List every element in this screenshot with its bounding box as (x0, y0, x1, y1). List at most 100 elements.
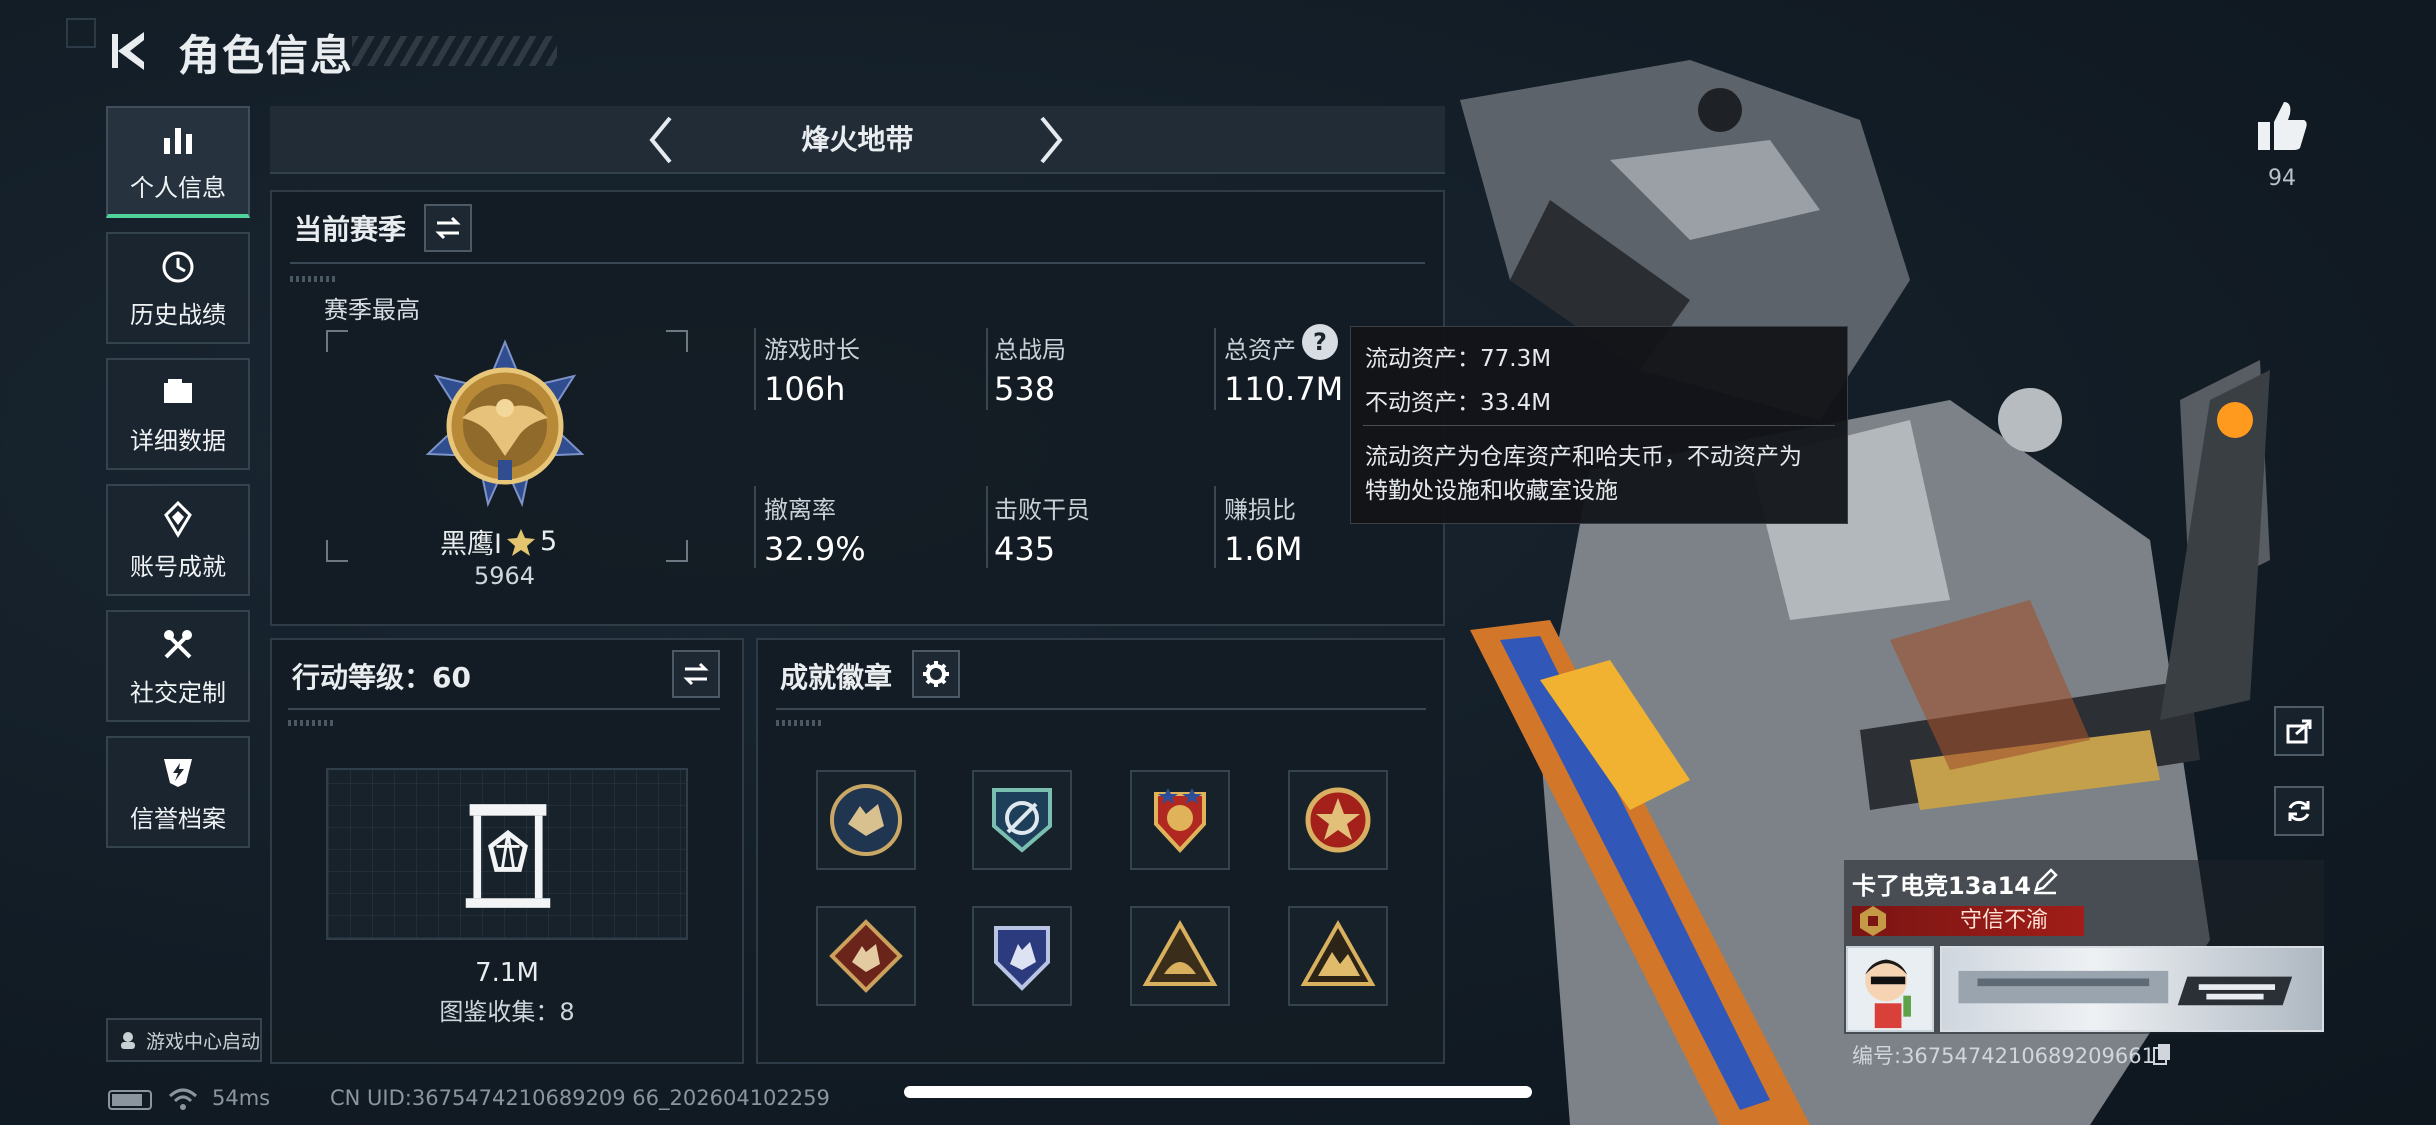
mode-next-button[interactable] (1030, 112, 1070, 168)
stat-value-total-matches: 538 (994, 370, 1056, 408)
refresh-icon (2288, 800, 2310, 822)
season-switch-button[interactable] (424, 204, 472, 252)
pencil-icon (2034, 868, 2058, 895)
share-icon (2286, 719, 2312, 744)
copy-icon (2153, 1044, 2170, 1065)
like-count: 94 (2268, 166, 2296, 191)
nav-item-personal-info[interactable]: 个人信息 (106, 106, 250, 218)
medal-icon (164, 500, 192, 538)
tooltip-fixed-assets: 不动资产：33.4M (1365, 390, 1552, 416)
decoration-bars (288, 720, 336, 726)
stat-label-profit-ratio: 赚损比 (1224, 496, 1296, 524)
thumbs-up-icon (2258, 102, 2307, 150)
stat-value-profit-ratio: 1.6M (1224, 530, 1303, 568)
back-button[interactable] (108, 28, 154, 74)
stat-value-total-assets: 110.7M (1224, 370, 1344, 408)
rank-name-row: 黑鹰I 5 (440, 522, 557, 561)
launch-label: 游戏中心启动 (146, 1030, 261, 1053)
achievements-title: 成就徽章 (780, 661, 893, 694)
collection-display[interactable] (326, 768, 688, 940)
season-title: 当前赛季 (294, 213, 407, 246)
stat-separator (986, 328, 988, 410)
ping-value: 54ms (212, 1086, 271, 1110)
nav-label: 社交定制 (130, 678, 226, 707)
decoration-bars (290, 276, 338, 282)
divider (288, 708, 720, 710)
stat-label-playtime: 游戏时长 (764, 336, 860, 364)
collection-value: 7.1M (475, 958, 539, 988)
custom-build-banner-icon (1958, 970, 2293, 1006)
arrows-badge-icon (992, 788, 1052, 853)
mountain-badge-icon (1300, 919, 1376, 986)
achievements-settings-button[interactable] (912, 650, 960, 698)
red-star-badge-icon (1305, 787, 1371, 853)
achievement-badge[interactable] (972, 770, 1072, 870)
collection-vault-icon (465, 804, 551, 908)
achievement-badge[interactable] (1130, 770, 1230, 870)
stat-value-extraction-rate: 32.9% (764, 530, 866, 568)
like-button[interactable] (2254, 98, 2310, 154)
rank-stars: 5 (539, 526, 558, 557)
rank-points: 5964 (474, 562, 536, 590)
title-decoration (352, 36, 557, 66)
wolf-badge-icon (830, 784, 902, 856)
game-center-launch-button[interactable]: 游戏中心启动 (106, 1018, 262, 1062)
achievement-badge[interactable] (816, 770, 916, 870)
player-name: 卡了电竞13a14 (1852, 872, 2031, 900)
mode-label: 烽火地带 (801, 123, 914, 156)
nav-label: 信誉档案 (130, 804, 226, 833)
battery-icon (108, 1090, 152, 1110)
achievement-badge[interactable] (1288, 770, 1388, 870)
profile-banner (1940, 946, 2324, 1032)
edit-name-button[interactable] (2030, 866, 2060, 896)
rank-emblem (412, 336, 598, 516)
chevron-left-icon (649, 116, 672, 164)
corner-decoration (66, 18, 96, 48)
avatar[interactable] (1846, 946, 1934, 1032)
cartoon-avatar-icon (1865, 959, 1911, 1029)
shield-bolt-icon (164, 758, 192, 787)
achievement-badge[interactable] (972, 906, 1072, 1006)
swap-icon (683, 662, 709, 686)
home-indicator[interactable] (904, 1086, 1532, 1098)
triangle-badge-icon (1142, 919, 1218, 986)
person-icon (121, 1032, 135, 1049)
collection-count: 图鉴收集：8 (439, 998, 575, 1026)
stat-label-extraction-rate: 撤离率 (764, 496, 836, 524)
nav-item-history[interactable]: 历史战绩 (106, 232, 250, 344)
achievement-badge[interactable] (816, 906, 916, 1006)
star-icon (506, 528, 535, 556)
divider (776, 708, 1426, 710)
nav-label: 个人信息 (130, 173, 226, 202)
chevron-right-icon (1040, 116, 1063, 164)
stat-label-total-matches: 总战局 (994, 336, 1066, 364)
mode-prev-button[interactable] (642, 112, 682, 168)
divider (1363, 425, 1835, 426)
reputation-medal-icon (1856, 904, 1890, 938)
share-button[interactable] (2274, 706, 2324, 756)
copy-id-button[interactable] (2152, 1042, 2172, 1066)
nav-label: 详细数据 (130, 426, 226, 455)
nav-item-reputation[interactable]: 信誉档案 (106, 736, 250, 848)
wifi-icon (168, 1086, 198, 1112)
uid-text: CN UID:3675474210689209 66_202604102259 (330, 1086, 830, 1110)
stat-separator (1214, 328, 1216, 410)
nav-item-detailed-data[interactable]: 详细数据 (106, 358, 250, 470)
diamond-wolf-badge-icon (829, 919, 903, 993)
stat-separator (1214, 486, 1216, 568)
nav-item-social-custom[interactable]: 社交定制 (106, 610, 250, 722)
stat-label-total-assets: 总资产 (1224, 336, 1296, 364)
action-level-switch-button[interactable] (672, 650, 720, 698)
achievement-badge[interactable] (1288, 906, 1388, 1006)
eagle-rank-emblem-icon (425, 339, 585, 508)
player-id: 编号:3675474210689209661 (1852, 1044, 2155, 1068)
history-clock-icon (162, 251, 194, 282)
stat-separator (986, 486, 988, 568)
nav-label: 账号成就 (130, 552, 226, 581)
achievement-badge[interactable] (1130, 906, 1230, 1006)
decoration-bars (776, 720, 824, 726)
nav-item-achievements[interactable]: 账号成就 (106, 484, 250, 596)
refresh-button[interactable] (2274, 786, 2324, 836)
shield-star-badge-icon (1154, 788, 1206, 853)
tooltip-liquid-assets: 流动资产：77.3M (1365, 346, 1552, 372)
